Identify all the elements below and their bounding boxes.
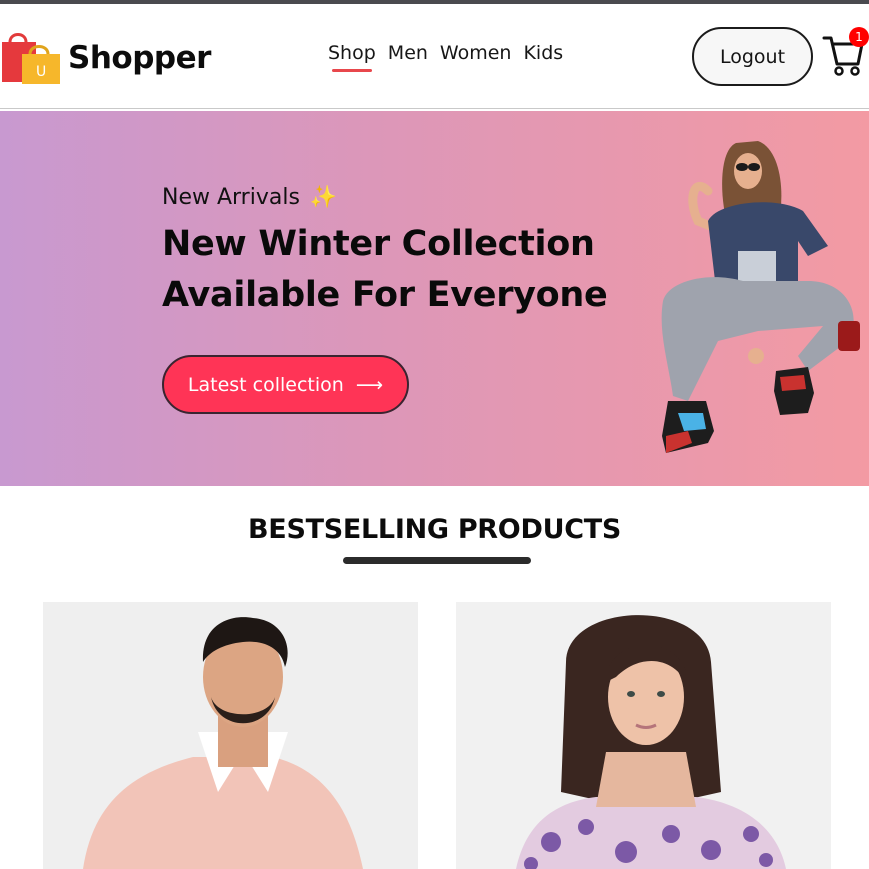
brand-logo[interactable]: U Shopper [0, 28, 211, 88]
nav-women[interactable]: Women [440, 42, 512, 64]
latest-collection-button[interactable]: Latest collection ⟶ [162, 355, 409, 414]
svg-text:U: U [36, 64, 46, 80]
nav-kids[interactable]: Kids [523, 42, 563, 64]
hero-subtitle-text: New Arrivals [162, 185, 300, 210]
section-title-underline [343, 557, 531, 564]
shopping-bag-icon: U [0, 28, 62, 88]
hero-subtitle: New Arrivals ✨ [162, 185, 337, 210]
hero-title-line-2: Available For Everyone [162, 275, 608, 315]
main-nav: Shop Men Women Kids [328, 42, 563, 72]
arrow-right-icon: ⟶ [355, 373, 384, 396]
hero-title-line-1: New Winter Collection [162, 224, 595, 264]
latest-collection-label: Latest collection [187, 373, 344, 396]
brand-name: Shopper [68, 40, 211, 76]
logout-button[interactable]: Logout [692, 27, 813, 86]
nav-men[interactable]: Men [388, 42, 428, 64]
section-title: BESTSELLING PRODUCTS [248, 514, 621, 545]
sparkle-icon: ✨ [309, 185, 338, 210]
hero-title: New Winter Collection Available For Ever… [162, 219, 642, 321]
product-image-man [43, 602, 418, 869]
cart-count-badge: 1 [849, 27, 869, 47]
product-card[interactable] [43, 602, 418, 869]
product-card[interactable] [456, 602, 831, 869]
nav-shop[interactable]: Shop [328, 42, 376, 72]
hero-model-image [648, 131, 869, 476]
site-header: U Shopper Shop Men Women Kids Logout [0, 4, 869, 109]
hero-banner: New Arrivals ✨ New Winter Collection Ava… [0, 111, 869, 486]
product-image-woman [456, 602, 831, 869]
